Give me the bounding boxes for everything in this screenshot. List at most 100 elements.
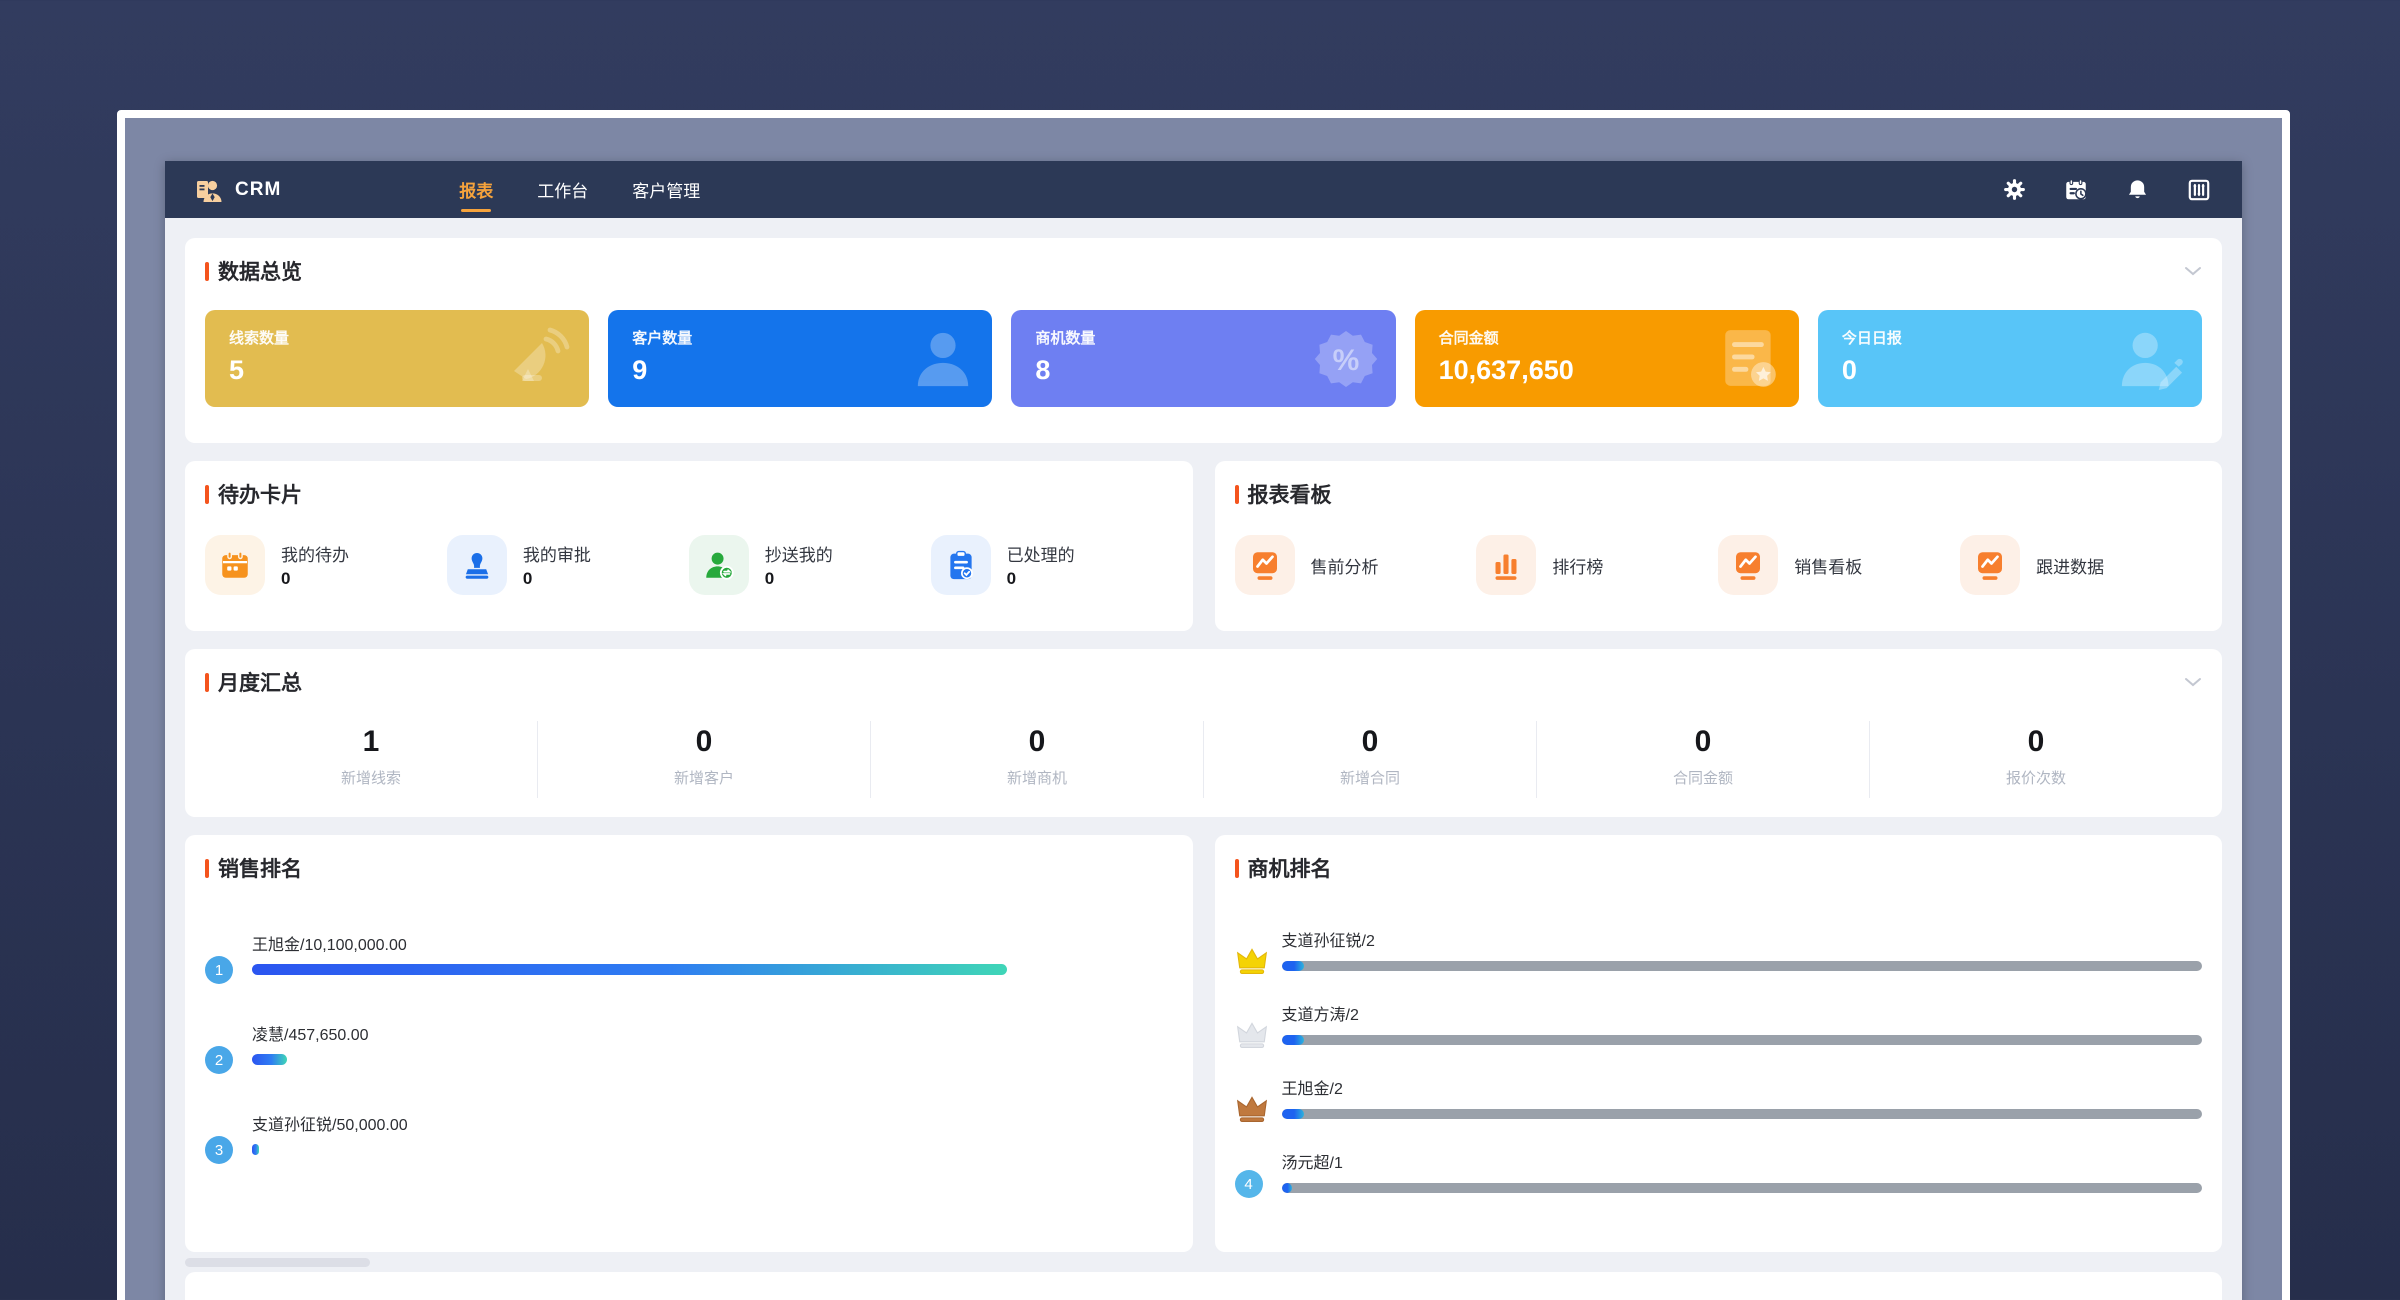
report-boards-card: 报表看板 售前分析 [1215, 461, 2223, 631]
brand: CRM [195, 176, 281, 204]
board-items: 售前分析 排行榜 [1235, 535, 2203, 595]
settings-gear-icon[interactable] [2002, 177, 2027, 202]
panel-sliders-icon[interactable] [2186, 177, 2212, 203]
section-accent-bar [205, 673, 209, 692]
opp-rank-label: 汤元超/1 [1282, 1149, 2203, 1173]
monthly-stats: 1 新增线索 0 新增客户 0 新增商机 0 新增合同 [205, 721, 2202, 798]
board-item-leaderboard[interactable]: 排行榜 [1476, 535, 1718, 595]
opp-rank-label: 支道孙征锐/2 [1282, 927, 2203, 951]
section-accent-bar [205, 262, 209, 281]
sales-rank-label: 王旭金/10,100,000.00 [252, 931, 1173, 955]
opp-rank-track [1282, 961, 2203, 971]
stat-value: 0 [1870, 725, 2202, 759]
clipboard-check-icon [944, 548, 978, 582]
stat-card-daily-report[interactable]: 今日日报 0 [1818, 310, 2202, 407]
stamp-icon [460, 548, 494, 582]
opp-rank-row[interactable]: 支道方涛/2 [1235, 1001, 2203, 1045]
todo-items: 我的待办 0 [205, 535, 1173, 595]
opp-rank-row[interactable]: 王旭金/2 [1235, 1075, 2203, 1119]
gold-crown-icon [1235, 946, 1269, 976]
todo-item-processed[interactable]: 已处理的 0 [931, 535, 1173, 595]
svg-text:%: % [1332, 344, 1359, 377]
board-item-presales-analysis[interactable]: 售前分析 [1235, 535, 1477, 595]
sales-rank-bar [252, 964, 1007, 975]
section-accent-bar [205, 859, 209, 878]
opp-rank-track [1282, 1109, 2203, 1119]
stat-card-opportunities[interactable]: 商机数量 8 % [1011, 310, 1395, 407]
stat-label: 新增客户 [538, 767, 870, 788]
opp-rank-bar [1282, 1035, 1304, 1045]
sales-rank-row[interactable]: 1 王旭金/10,100,000.00 [205, 931, 1173, 975]
opp-rank-bar [1282, 961, 1304, 971]
sales-rank-bar [252, 1144, 259, 1155]
opp-rank-label: 王旭金/2 [1282, 1075, 2203, 1099]
todo-item-count: 0 [281, 569, 349, 589]
sales-rank-row[interactable]: 3 支道孙征锐/50,000.00 [205, 1111, 1173, 1155]
bar-chart-icon [1488, 547, 1524, 583]
board-item-label: 销售看板 [1794, 553, 1862, 578]
section-accent-bar [1235, 485, 1239, 504]
schedule-calendar-icon[interactable] [2063, 177, 2089, 203]
data-overview-card: 数据总览 线索数量 5 [185, 238, 2222, 443]
todo-item-label: 我的待办 [281, 541, 349, 566]
sales-rank-bar [252, 1054, 287, 1065]
stat-value: 0 [538, 725, 870, 759]
section-accent-bar [1235, 859, 1239, 878]
opp-rank-row[interactable]: 4 汤元超/1 [1235, 1149, 2203, 1193]
report-writer-icon [2118, 327, 2184, 391]
cc-person-icon [702, 548, 736, 582]
rank-number-badge: 4 [1235, 1170, 1263, 1198]
section-title-sales-rank: 销售排名 [218, 853, 302, 883]
todo-item-count: 0 [765, 569, 833, 589]
horizontal-scrollbar-thumb[interactable] [185, 1258, 370, 1267]
notification-bell-icon[interactable] [2125, 177, 2150, 202]
calendar-icon [218, 548, 252, 582]
board-item-label: 跟进数据 [2036, 553, 2104, 578]
stat-label: 合同金额 [1537, 767, 1869, 788]
stat-card-customers[interactable]: 客户数量 9 [608, 310, 992, 407]
section-title-boards: 报表看板 [1248, 479, 1332, 509]
line-chart-icon [1730, 547, 1766, 583]
todo-item-my-approvals[interactable]: 我的审批 0 [447, 535, 689, 595]
stat-value: 0 [1204, 725, 1536, 759]
satellite-icon [501, 327, 571, 391]
todo-item-my-todos[interactable]: 我的待办 0 [205, 535, 447, 595]
todo-item-count: 0 [523, 569, 591, 589]
opportunity-ranking-card: 商机排名 支道孙征锐/2 [1215, 835, 2223, 1252]
todo-item-cc-to-me[interactable]: 抄送我的 0 [689, 535, 931, 595]
section-accent-bar [205, 485, 209, 504]
silver-crown-icon [1235, 1020, 1269, 1050]
section-title-todo: 待办卡片 [218, 479, 302, 509]
stat-value: 1 [205, 725, 537, 759]
opp-rank-row[interactable]: 支道孙征锐/2 [1235, 927, 2203, 971]
chevron-down-icon[interactable] [2184, 677, 2202, 687]
stat-label: 新增商机 [871, 767, 1203, 788]
board-item-sales-board[interactable]: 销售看板 [1718, 535, 1960, 595]
stat-card-row: 线索数量 5 [205, 310, 2202, 407]
customer-icon [912, 328, 974, 390]
sales-rank-row[interactable]: 2 凌慧/457,650.00 [205, 1021, 1173, 1065]
tab-customer-management[interactable]: 客户管理 [632, 161, 700, 218]
stat-value: 0 [1537, 725, 1869, 759]
rank-number-badge: 1 [205, 956, 233, 984]
todo-cards-card: 待办卡片 [185, 461, 1193, 631]
stat-card-contract-amount[interactable]: 合同金额 10,637,650 [1415, 310, 1799, 407]
section-title-monthly: 月度汇总 [218, 667, 302, 697]
opp-rank-track [1282, 1035, 2203, 1045]
line-chart-icon [1972, 547, 2008, 583]
monthly-stat-new-opportunities: 0 新增商机 [871, 721, 1204, 798]
todo-item-label: 已处理的 [1007, 541, 1075, 566]
chevron-down-icon[interactable] [2184, 266, 2202, 276]
opp-rank-track [1282, 1183, 2203, 1193]
sales-rank-label: 支道孙征锐/50,000.00 [252, 1111, 1173, 1135]
board-item-label: 售前分析 [1311, 553, 1379, 578]
tab-workbench[interactable]: 工作台 [537, 161, 588, 218]
tab-reports[interactable]: 报表 [459, 161, 493, 218]
rank-number-badge: 3 [205, 1136, 233, 1164]
stat-card-leads[interactable]: 线索数量 5 [205, 310, 589, 407]
sales-rank-label: 凌慧/457,650.00 [252, 1021, 1173, 1045]
todo-item-count: 0 [1007, 569, 1075, 589]
sales-ranking-list: 1 王旭金/10,100,000.00 2 凌慧/457,650.00 3 支道… [205, 931, 1173, 1155]
board-item-followup-data[interactable]: 跟进数据 [1960, 535, 2202, 595]
dashboard-content: 数据总览 线索数量 5 [165, 218, 2242, 1300]
